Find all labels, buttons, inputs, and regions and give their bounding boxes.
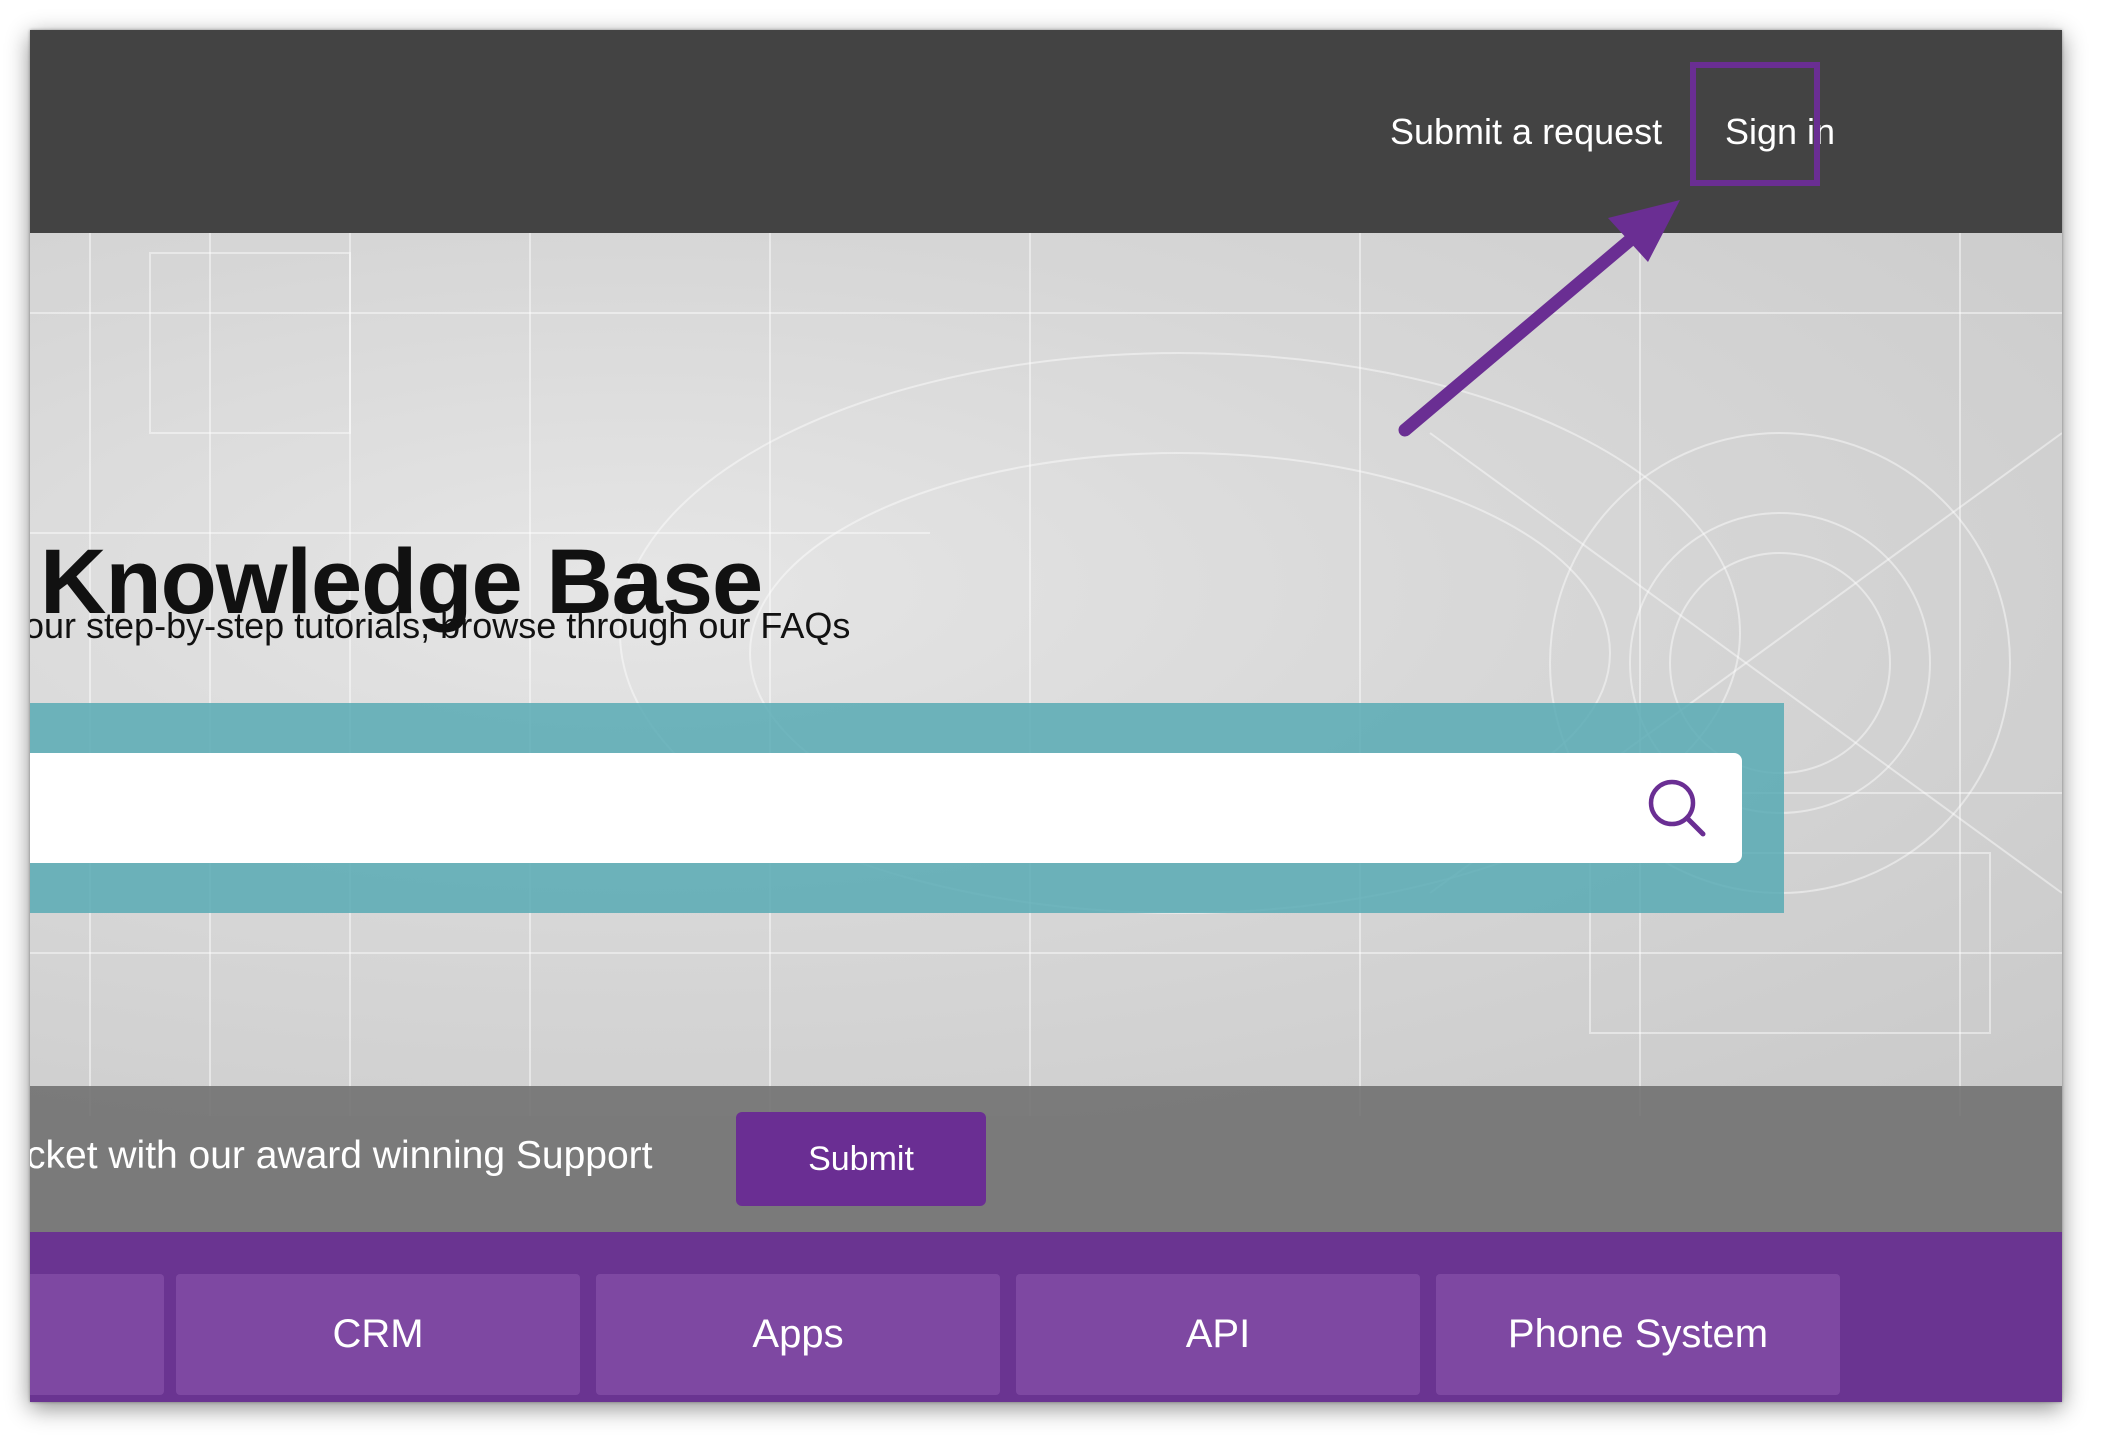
sign-in-highlight-box bbox=[1690, 62, 1820, 186]
category-tile-crm[interactable]: CRM bbox=[176, 1274, 580, 1395]
top-navigation-bar: Submit a request Sign in bbox=[30, 30, 2062, 233]
search-icon[interactable] bbox=[1646, 777, 1708, 839]
category-bar: CRM Apps API Phone System bbox=[30, 1232, 2062, 1402]
submit-request-link[interactable]: Submit a request bbox=[1390, 110, 1662, 154]
submit-ticket-button[interactable]: Submit bbox=[736, 1112, 986, 1206]
ticket-prompt-text: cket with our award winning Support bbox=[30, 1134, 653, 1177]
blueprint-background bbox=[30, 233, 2062, 1116]
search-input[interactable] bbox=[30, 753, 1742, 863]
hero-section: Knowledge Base our step-by-step tutorial… bbox=[30, 233, 2062, 1116]
category-tile-phone-system[interactable]: Phone System bbox=[1436, 1274, 1840, 1395]
category-tile[interactable] bbox=[30, 1274, 164, 1395]
category-tile-api[interactable]: API bbox=[1016, 1274, 1420, 1395]
browser-viewport: Submit a request Sign in Knowledge Base … bbox=[30, 30, 2062, 1402]
page-subtitle: our step-by-step tutorials, browse throu… bbox=[30, 605, 851, 646]
submit-ticket-bar: cket with our award winning Support Subm… bbox=[30, 1086, 2062, 1232]
category-tile-apps[interactable]: Apps bbox=[596, 1274, 1000, 1395]
